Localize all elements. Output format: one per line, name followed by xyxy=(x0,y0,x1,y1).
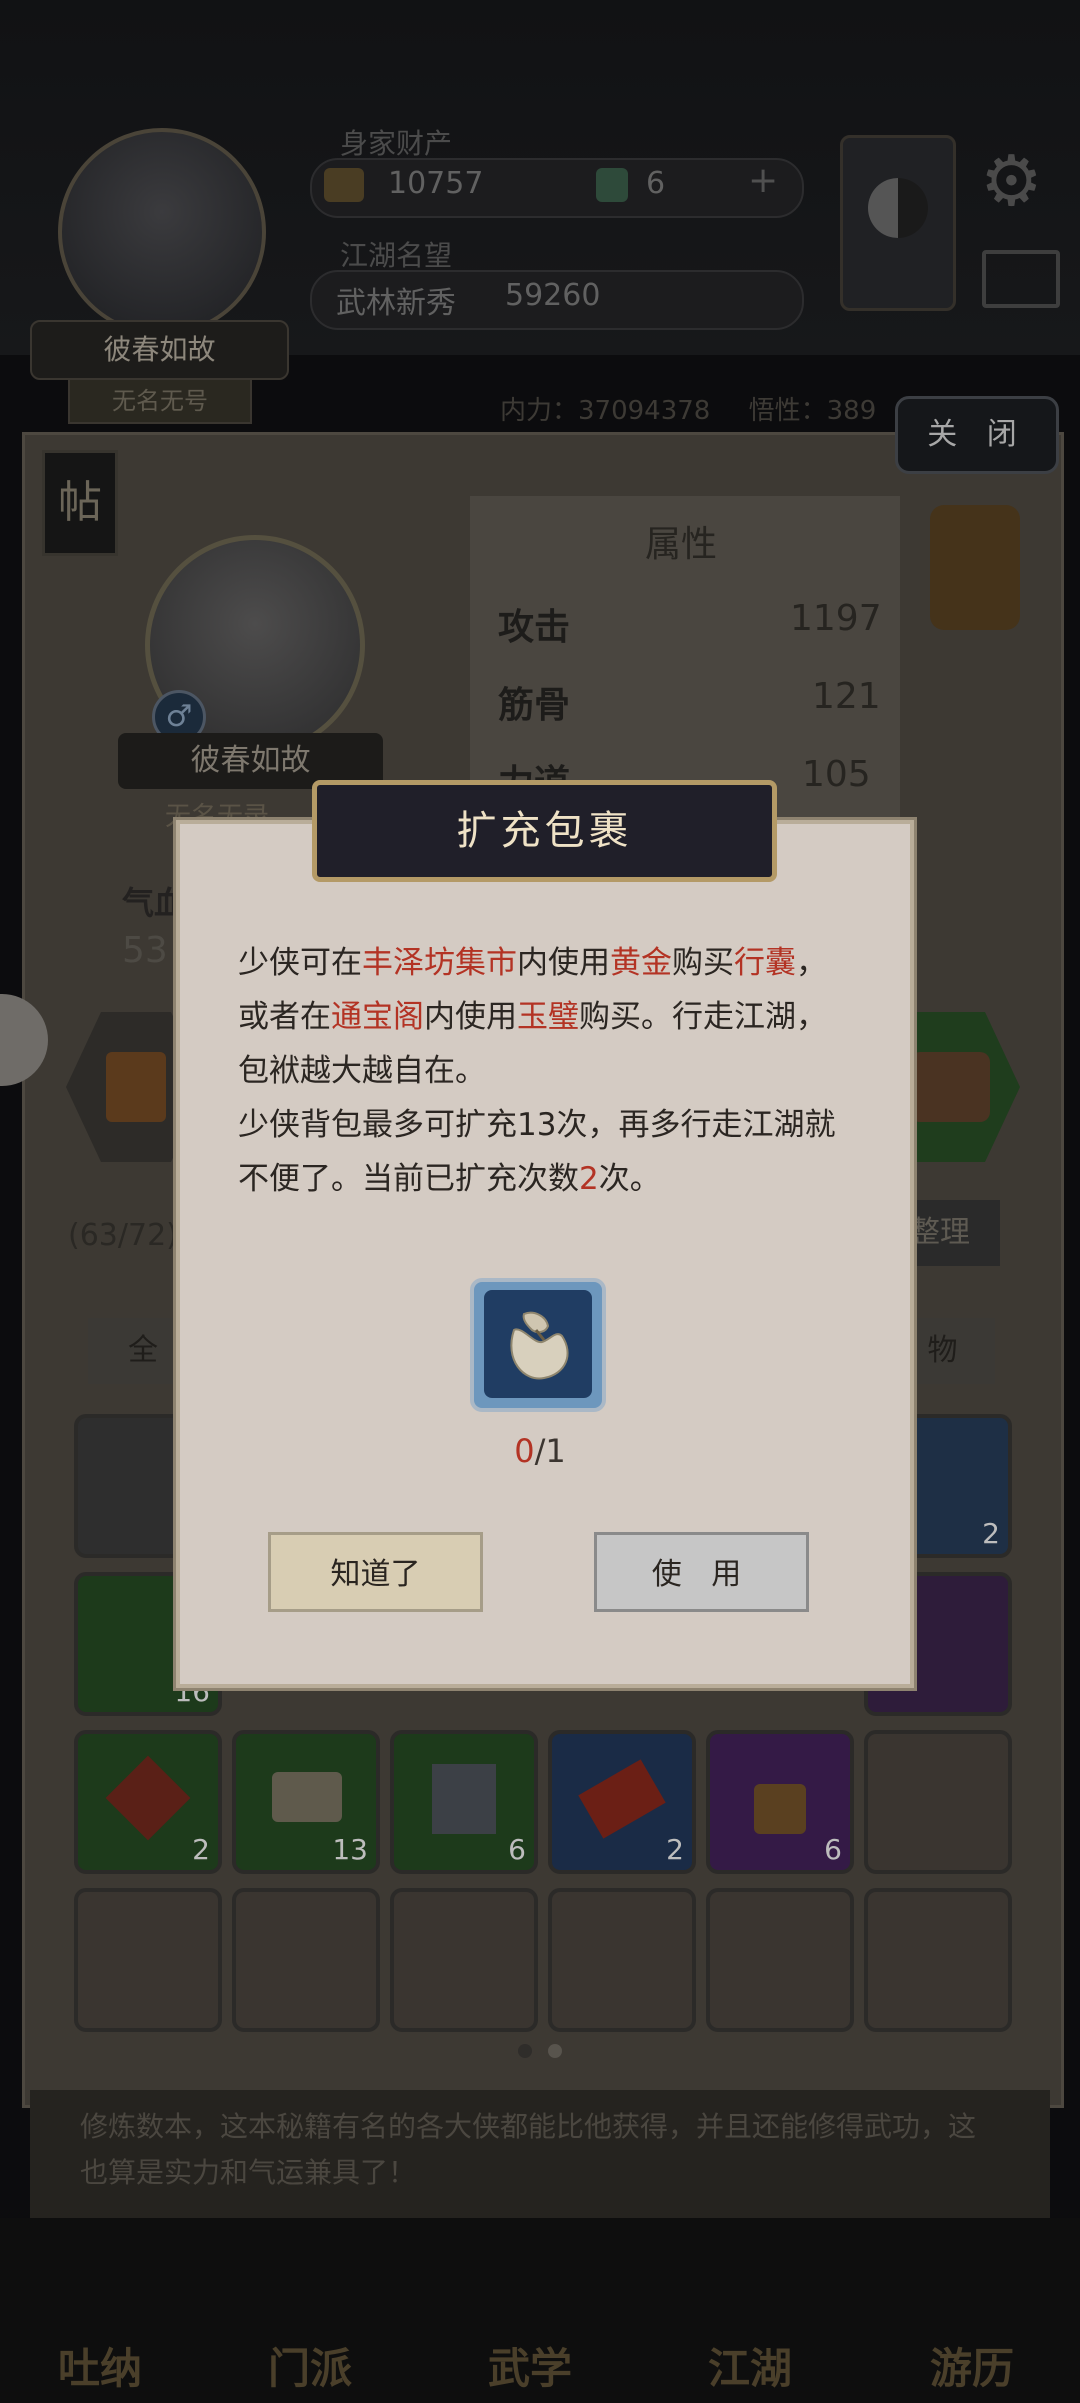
nav-travel[interactable]: 游历 xyxy=(930,2335,1014,2396)
slot-count: 2 xyxy=(982,1517,1000,1550)
inventory-slot[interactable]: 2 xyxy=(74,1730,222,1874)
qi-value: 53 xyxy=(122,930,168,971)
fame-value: 59260 xyxy=(505,278,601,313)
horse-icon xyxy=(910,1052,990,1122)
coin-value: 10757 xyxy=(388,166,484,201)
charm-icon xyxy=(105,1755,191,1841)
nav-breathing[interactable]: 吐纳 xyxy=(58,2335,142,2396)
attr-value: 121 xyxy=(812,676,881,717)
inventory-slot-empty[interactable] xyxy=(74,1888,222,2032)
inventory-slot-empty[interactable] xyxy=(548,1888,696,2032)
incense-icon xyxy=(754,1784,806,1834)
nav-martial-arts[interactable]: 武学 xyxy=(488,2335,572,2396)
fame-title: 武林新秀 xyxy=(336,286,456,321)
jade-value: 6 xyxy=(646,166,666,201)
firecracker-icon xyxy=(578,1759,666,1839)
slot-count: 2 xyxy=(666,1833,684,1866)
attr-value: 105 xyxy=(802,754,871,795)
drum-icon xyxy=(106,1052,166,1122)
page-dot-active[interactable] xyxy=(548,2044,562,2058)
emblem-badge-icon[interactable] xyxy=(930,505,1020,630)
item-count: 0/1 xyxy=(500,1432,580,1470)
attr-value: 1197 xyxy=(790,598,882,639)
slot-count: 6 xyxy=(824,1833,842,1866)
page-dot[interactable] xyxy=(518,2044,532,2058)
paper-icon xyxy=(432,1764,496,1834)
scroll-icon xyxy=(272,1772,342,1822)
slot-count: 13 xyxy=(332,1833,368,1866)
dialog-title: 扩充包裹 xyxy=(312,780,777,882)
message-line: 少侠可在丰泽坊集市内使用黄金购买行囊， xyxy=(238,945,827,981)
message-line: 或者在通宝阁内使用玉璧购买。行走江湖， xyxy=(238,999,827,1035)
wealth-bar xyxy=(310,158,804,218)
player-avatar[interactable] xyxy=(58,128,266,336)
attr-name: 攻击 xyxy=(498,607,571,648)
mail-icon[interactable] xyxy=(982,250,1060,308)
message-line: 不便了。当前已扩充次数2次。 xyxy=(238,1161,661,1197)
wealth-label: 身家财产 xyxy=(340,127,453,160)
message-line: 包袱越大越自在。 xyxy=(238,1053,486,1089)
nav-sect[interactable]: 门派 xyxy=(268,2335,352,2396)
inventory-slot-empty[interactable] xyxy=(706,1888,854,2032)
taiji-emblem[interactable] xyxy=(840,135,956,311)
cloth-bag-icon xyxy=(510,1311,569,1380)
use-button[interactable]: 使 用 xyxy=(594,1532,809,1612)
attr-name: 筋骨 xyxy=(498,685,571,726)
comprehension-text: 悟性：389 xyxy=(748,396,877,426)
item-description: 修炼数本，这本秘籍有名的各大侠都能比他获得，并且还能修得武功，这也算是实力和气运… xyxy=(30,2090,1050,2220)
taiji-icon xyxy=(868,178,928,238)
inventory-slot[interactable]: 13 xyxy=(232,1730,380,1874)
bag-item-background xyxy=(484,1290,592,1398)
power-text: 内力：37094378 xyxy=(500,396,711,426)
got-it-button[interactable]: 知道了 xyxy=(268,1532,483,1612)
inventory-slot-empty[interactable] xyxy=(390,1888,538,2032)
inventory-slot[interactable]: 6 xyxy=(390,1730,538,1874)
message-line: 少侠背包最多可扩充13次，再多行走江湖就 xyxy=(238,1107,836,1143)
player-name: 彼春如故 xyxy=(30,320,289,380)
attribute-title: 属性 xyxy=(645,524,718,565)
gear-icon[interactable]: ⚙ xyxy=(980,140,1043,222)
player-title: 无名无号 xyxy=(68,378,252,424)
inventory-slot-empty[interactable] xyxy=(864,1888,1012,2032)
jade-icon xyxy=(596,168,628,202)
post-icon[interactable]: 帖 xyxy=(42,450,118,556)
nav-jianghu[interactable]: 江湖 xyxy=(708,2335,792,2396)
inventory-slot-empty[interactable] xyxy=(232,1888,380,2032)
fame-label: 江湖名望 xyxy=(340,239,453,272)
inventory-slot-empty[interactable] xyxy=(864,1730,1012,1874)
inventory-slot[interactable]: 2 xyxy=(548,1730,696,1874)
slot-count: 2 xyxy=(192,1833,210,1866)
dialog-message: 少侠可在丰泽坊集市内使用黄金购买行囊， 或者在通宝阁内使用玉璧购买。行走江湖， … xyxy=(238,936,858,1206)
add-currency-icon[interactable]: + xyxy=(748,160,778,201)
close-button[interactable]: 关 闭 xyxy=(895,396,1059,474)
item-owned: 0 xyxy=(514,1432,535,1470)
item-required: /1 xyxy=(534,1432,566,1470)
slot-count: 6 xyxy=(508,1833,526,1866)
ingot-icon xyxy=(324,168,364,202)
power-stat: 内力：37094378 悟性：389 xyxy=(500,390,876,427)
inventory-slot[interactable]: 6 xyxy=(706,1730,854,1874)
bag-capacity: (63/72) xyxy=(68,1218,178,1253)
